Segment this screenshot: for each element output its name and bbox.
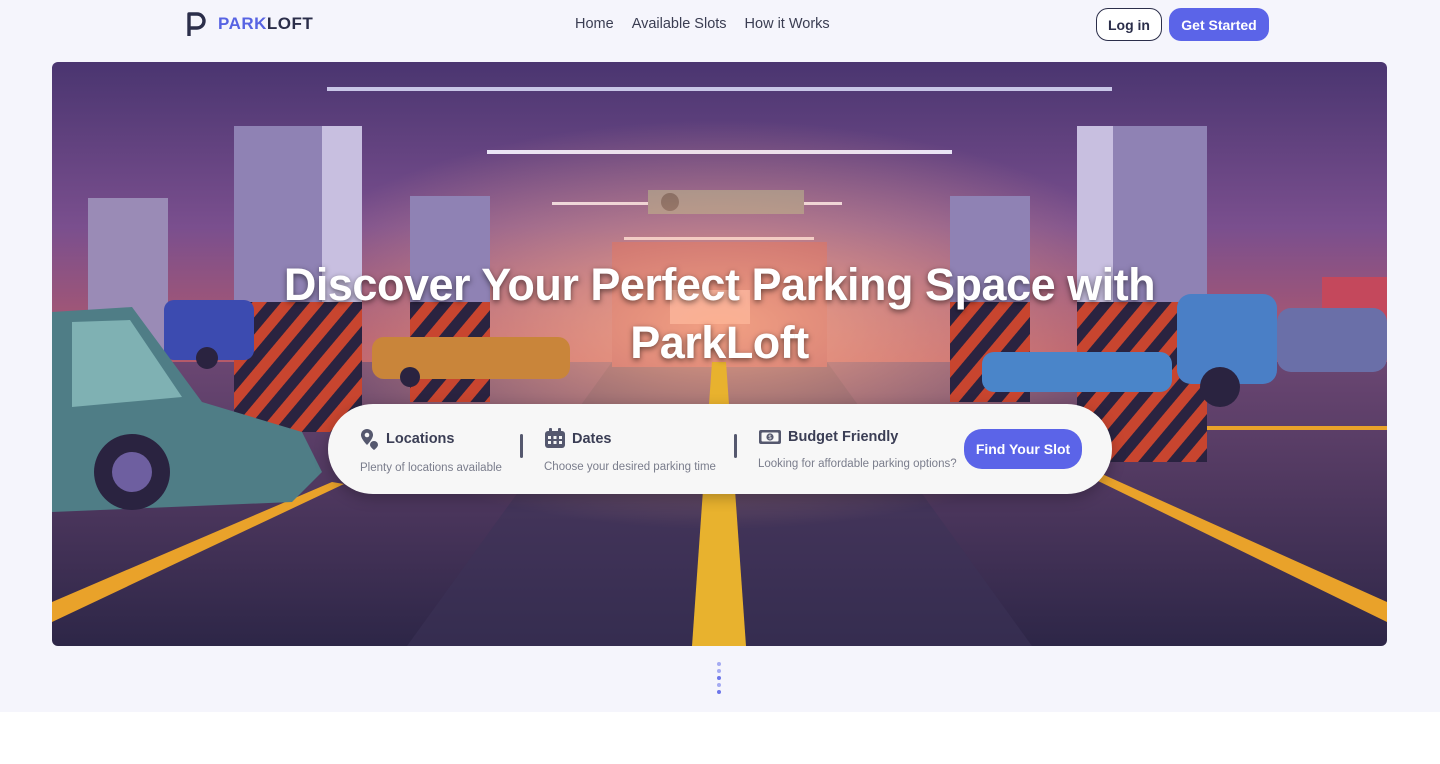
brand-logo[interactable]: PARKLOFT bbox=[186, 10, 313, 38]
budget-title: Budget Friendly bbox=[788, 429, 899, 445]
budget-option[interactable]: $ Budget Friendly Looking for affordable… bbox=[758, 428, 957, 470]
find-your-slot-button[interactable]: Find Your Slot bbox=[964, 429, 1082, 469]
parkloft-logo-icon bbox=[187, 12, 206, 36]
login-button[interactable]: Log in bbox=[1096, 8, 1162, 41]
nav-available-slots[interactable]: Available Slots bbox=[632, 16, 727, 32]
hero-title-line-2: ParkLoft bbox=[630, 317, 809, 368]
budget-subtitle: Looking for affordable parking options? bbox=[758, 458, 957, 470]
hero-title-line-1: Discover Your Perfect Parking Space with bbox=[283, 259, 1156, 310]
get-started-button[interactable]: Get Started bbox=[1169, 8, 1269, 41]
scroll-indicator[interactable] bbox=[716, 662, 722, 697]
site-header: PARKLOFT Home Available Slots How it Wor… bbox=[0, 0, 1440, 50]
dates-title: Dates bbox=[572, 430, 612, 447]
dates-subtitle: Choose your desired parking time bbox=[544, 461, 716, 473]
calendar-icon bbox=[545, 428, 565, 448]
svg-text:$: $ bbox=[768, 434, 772, 441]
map-pin-icon bbox=[361, 429, 378, 450]
search-bar: Locations Plenty of locations available … bbox=[328, 404, 1112, 494]
divider-2 bbox=[734, 434, 737, 458]
dates-option[interactable]: Dates Choose your desired parking time bbox=[544, 428, 716, 473]
locations-title: Locations bbox=[386, 431, 455, 447]
locations-subtitle: Plenty of locations available bbox=[360, 462, 502, 474]
hero-banner: Discover Your Perfect Parking Space with… bbox=[52, 62, 1387, 646]
brand-name: PARKLOFT bbox=[218, 14, 314, 33]
money-icon: $ bbox=[759, 430, 781, 444]
locations-option[interactable]: Locations Plenty of locations available bbox=[360, 428, 502, 474]
hero-title: Discover Your Perfect Parking Space with… bbox=[52, 256, 1387, 372]
nav-home[interactable]: Home bbox=[575, 16, 614, 32]
nav-how-it-works[interactable]: How it Works bbox=[745, 16, 830, 32]
divider-1 bbox=[520, 434, 523, 458]
main-nav: Home Available Slots How it Works bbox=[575, 16, 830, 32]
